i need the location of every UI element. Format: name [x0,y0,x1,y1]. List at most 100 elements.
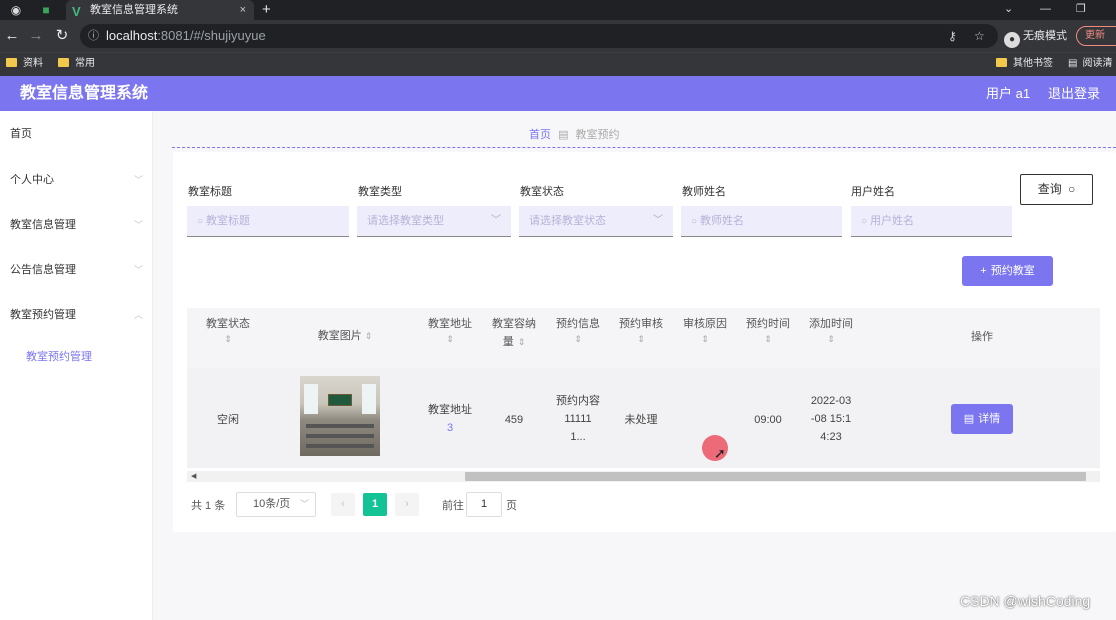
goto-page-input[interactable]: 1 [466,492,502,517]
cell-address: 教室地址 3 [428,404,472,434]
sidebar-item-notice-info[interactable]: 公告信息管理 [10,261,76,277]
reading-list[interactable]: ▤ 阅读清 [1068,53,1112,75]
tab-close-icon[interactable]: × [240,0,246,20]
filter-label-user: 用户姓名 [851,186,895,198]
update-button[interactable]: 更新 [1076,26,1116,46]
title-search-input[interactable]: ○ 教室标题 [187,206,349,237]
page-size-select[interactable]: 10条/页 ﹀ [236,492,316,517]
detail-button[interactable]: ▤ 详情 [951,404,1013,434]
logout-link[interactable]: 退出登录 [1048,76,1100,112]
url-path: :8081/#/shujiyuyue [157,28,266,43]
classroom-image [300,376,380,456]
teacher-search-input[interactable]: ○ 教师姓名 [681,206,842,237]
bookmark-star-icon[interactable]: ☆ [974,24,985,48]
document-icon: ▤ [963,413,975,425]
chevron-down-icon: ﹀ [491,215,501,226]
folder-icon [996,58,1007,67]
sidebar: 首页 个人中心 ﹀ 教室信息管理 ﹀ 公告信息管理 ﹀ 教室预约管理 ︿ 教室预… [0,111,153,620]
search-icon: ○ [197,216,204,227]
sidebar-item-reservation[interactable]: 教室预约管理 [10,306,76,322]
minimize-icon[interactable]: — [1040,0,1051,18]
reading-list-icon: ▤ [1068,58,1078,69]
sort-icon: ⇕ [764,334,772,344]
new-tab-button[interactable]: + [262,0,271,20]
breadcrumb: 首页 ▤ 教室预约 [529,126,620,142]
folder-icon [58,58,69,67]
cell-status: 空闲 [217,414,239,426]
sort-icon: ⇕ [827,334,835,344]
back-arrow-icon[interactable]: ← [2,26,22,46]
pagination-total: 共 1 条 [191,500,226,512]
goto-unit: 页 [506,500,517,512]
cell-info: 预约内容 11111 1... [556,395,600,443]
sidebar-item-profile[interactable]: 个人中心 [10,171,54,187]
current-user: 用户 a1 [986,86,1031,101]
col-header-capacity[interactable]: 教室容纳量 ⇕ [486,315,542,351]
prev-page-button[interactable]: ‹ [331,493,355,516]
col-header-review[interactable]: 预约审核 ⇕ [612,315,670,345]
incognito-icon: ● [1004,32,1020,48]
col-header-time[interactable]: 预约时间 ⇕ [740,315,796,345]
col-header-actions: 操作 [971,331,993,343]
cell-capacity: 459 [504,414,524,426]
pinned-tab-icon[interactable]: ■ [38,2,54,18]
reload-icon[interactable]: ↻ [52,26,72,46]
scroll-left-icon[interactable]: ◀ [191,471,196,482]
restore-icon[interactable]: ❐ [1076,0,1086,18]
browser-tab-bar: ◉ ■ V 教室信息管理系统 × + ⌄ — ❐ [0,0,1116,20]
plus-icon: + [980,265,987,277]
breadcrumb-current: 教室预约 [575,129,620,141]
sort-icon: ⇕ [637,334,645,344]
search-icon: ○ [691,216,698,227]
type-select[interactable]: 请选择教室类型 ﹀ [357,206,511,237]
tab-title: 教室信息管理系统 [90,4,178,16]
sidebar-item-classroom-info[interactable]: 教室信息管理 [10,216,76,232]
col-header-status[interactable]: 教室状态 ⇕ [196,315,260,345]
cell-time: 09:00 [754,414,782,426]
filter-label-teacher: 教师姓名 [682,186,726,198]
sidebar-item-home[interactable]: 首页 [10,125,32,141]
sort-icon: ⇕ [517,337,526,347]
forward-arrow-icon[interactable]: → [26,26,46,46]
next-page-button[interactable]: › [395,493,419,516]
chevron-down-icon: ﹀ [299,499,309,509]
table-horizontal-scrollbar[interactable]: ◀ [187,471,1100,482]
user-search-input[interactable]: ○ 用户姓名 [851,206,1012,237]
goto-label: 前往 [442,500,464,512]
col-header-added[interactable]: 添加时间 ⇕ [802,315,860,345]
address-bar[interactable]: ⓘ localhost:8081/#/shujiyuyue ⚷ ☆ [80,24,998,48]
filter-label-type: 教室类型 [358,186,402,198]
breadcrumb-home[interactable]: 首页 [529,129,551,141]
bookmark-folder-ziliao[interactable]: 资料 [6,53,43,75]
chevron-down-icon: ﹀ [653,215,663,226]
key-icon[interactable]: ⚷ [948,24,957,48]
col-header-address[interactable]: 教室地址 ⇕ [420,315,480,345]
chevron-down-icon: ﹀ [134,265,144,275]
watermark: CSDN @wishCoding [960,593,1091,609]
folder-icon [6,58,17,67]
globe-icon[interactable]: ◉ [8,2,24,18]
page-number-current[interactable]: 1 [363,493,387,516]
col-header-image[interactable]: 教室图片 ⇕ [290,327,400,345]
bookmark-folder-changyong[interactable]: 常用 [58,53,95,75]
bookmark-folder-other[interactable]: 其他书签 [996,53,1053,75]
search-icon: ○ [861,216,868,227]
browser-tab-active[interactable]: V 教室信息管理系统 × [66,0,254,20]
tab-search-chevron-icon[interactable]: ⌄ [1004,0,1013,18]
status-select[interactable]: 请选择教室状态 ﹀ [519,206,673,237]
sidebar-subitem-reservation[interactable]: 教室预约管理 [26,348,92,364]
reserve-classroom-button[interactable]: + 预约教室 [962,256,1053,286]
incognito-profile[interactable]: ● 无痕模式 [1004,26,1067,48]
app-title: 教室信息管理系统 [20,85,149,102]
sort-icon: ⇕ [364,331,373,341]
scrollbar-thumb[interactable] [465,472,1086,481]
col-header-info[interactable]: 预约信息 ⇕ [548,315,608,345]
cell-added: 2022-03 -08 15:1 4:23 [810,395,852,443]
query-button[interactable]: 查询 ○ [1020,174,1093,205]
chevron-up-icon: ︿ [134,310,144,320]
col-header-reason[interactable]: 审核原因 ⇕ [676,315,734,345]
chevron-down-icon: ﹀ [134,175,144,185]
url-host: localhost [106,28,158,43]
site-info-icon[interactable]: ⓘ [88,24,99,48]
sort-icon: ⇕ [574,334,582,344]
